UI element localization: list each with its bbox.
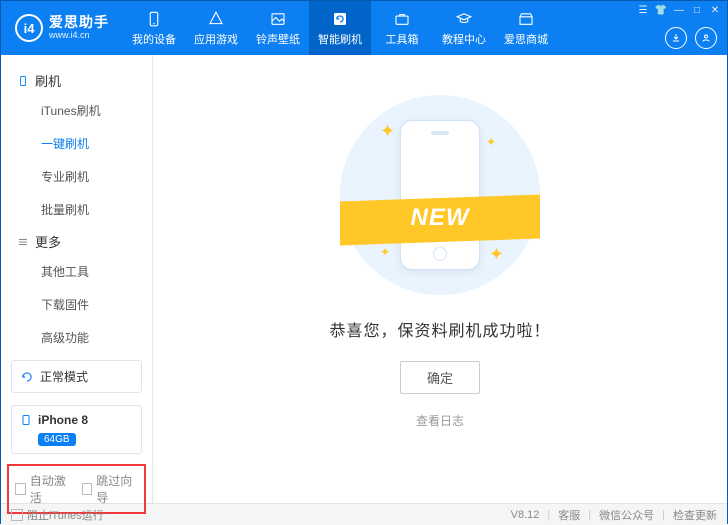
nav-store[interactable]: 爱思商城 — [495, 1, 557, 55]
sidebar-header-more[interactable]: 更多 — [13, 226, 140, 255]
version-label: V8.12 — [511, 509, 540, 521]
phone-icon — [20, 413, 32, 427]
checkbox-label: 阻止iTunes运行 — [27, 507, 104, 523]
sidebar-header-label: 刷机 — [35, 71, 61, 90]
app-body: 刷机 iTunes刷机 一键刷机 专业刷机 批量刷机 更多 其他工具 下载固件 … — [1, 55, 727, 503]
phone-icon — [17, 75, 29, 87]
app-header: i4 爱思助手 www.i4.cn 我的设备 应用游戏 铃声壁纸 智能刷机 工具… — [1, 1, 727, 55]
menu-icon[interactable]: ☰ — [637, 4, 649, 16]
store-icon — [517, 10, 535, 28]
nav-label: 我的设备 — [132, 31, 176, 47]
separator: | — [547, 509, 550, 521]
checkbox-icon — [11, 509, 23, 521]
ribbon-text: NEW — [340, 204, 540, 232]
view-log-link[interactable]: 查看日志 — [416, 412, 464, 429]
separator: | — [662, 509, 665, 521]
image-icon — [269, 10, 287, 28]
refresh-icon — [20, 370, 34, 384]
nav-label: 智能刷机 — [318, 31, 362, 47]
nav-label: 工具箱 — [386, 31, 419, 47]
minimize-icon[interactable]: — — [673, 4, 685, 16]
ok-button[interactable]: 确定 — [400, 361, 480, 394]
device-name: iPhone 8 — [38, 413, 88, 427]
close-icon[interactable]: ✕ — [709, 4, 721, 16]
maximize-icon[interactable]: □ — [691, 4, 703, 16]
download-button[interactable] — [665, 27, 687, 49]
sidebar-header-flash[interactable]: 刷机 — [13, 65, 140, 94]
separator: | — [588, 509, 591, 521]
success-illustration: ✦ ✦ ✦ ✦ NEW — [340, 95, 540, 295]
sparkle-icon: ✦ — [380, 121, 395, 142]
nav-my-device[interactable]: 我的设备 — [123, 1, 185, 55]
sidebar-group-flash: 刷机 iTunes刷机 一键刷机 专业刷机 批量刷机 — [1, 65, 152, 226]
support-link[interactable]: 客服 — [558, 507, 580, 523]
nav-tutorials[interactable]: 教程中心 — [433, 1, 495, 55]
sidebar-item-download-firmware[interactable]: 下载固件 — [13, 288, 140, 321]
nav-label: 铃声壁纸 — [256, 31, 300, 47]
result-message: 恭喜您，保资料刷机成功啦！ — [329, 317, 550, 341]
window-controls: ☰ 👕 — □ ✕ — [637, 4, 721, 16]
skip-guide-checkbox[interactable]: 跳过向导 — [82, 472, 139, 506]
logo-text: 爱思助手 www.i4.cn — [49, 15, 109, 40]
checkbox-label: 自动激活 — [30, 472, 72, 506]
sparkle-icon: ✦ — [486, 135, 496, 149]
sidebar-item-other-tools[interactable]: 其他工具 — [13, 255, 140, 288]
mode-label: 正常模式 — [40, 368, 88, 385]
sidebar-item-advanced[interactable]: 高级功能 — [13, 321, 140, 354]
checkbox-label: 跳过向导 — [96, 472, 138, 506]
nav-label: 应用游戏 — [194, 31, 238, 47]
block-itunes-checkbox[interactable]: 阻止iTunes运行 — [11, 507, 104, 523]
user-button[interactable] — [695, 27, 717, 49]
menu-icon — [17, 236, 29, 248]
mode-box[interactable]: 正常模式 — [11, 360, 142, 393]
device-box[interactable]: iPhone 8 64GB — [11, 405, 142, 454]
sidebar-item-oneclick-flash[interactable]: 一键刷机 — [13, 127, 140, 160]
storage-badge: 64GB — [38, 433, 76, 446]
brand-name: 爱思助手 — [49, 15, 109, 30]
header-actions — [665, 27, 717, 49]
auto-activate-checkbox[interactable]: 自动激活 — [15, 472, 72, 506]
toolbox-icon — [393, 10, 411, 28]
new-ribbon: NEW — [340, 190, 540, 250]
logo-icon: i4 — [15, 14, 43, 42]
nav-label: 爱思商城 — [504, 31, 548, 47]
nav-flash[interactable]: 智能刷机 — [309, 1, 371, 55]
sidebar-group-more: 更多 其他工具 下载固件 高级功能 — [1, 226, 152, 354]
nav-apps[interactable]: 应用游戏 — [185, 1, 247, 55]
sidebar-item-batch-flash[interactable]: 批量刷机 — [13, 193, 140, 226]
wechat-link[interactable]: 微信公众号 — [599, 507, 654, 523]
check-update-link[interactable]: 检查更新 — [673, 507, 717, 523]
main-content: ✦ ✦ ✦ ✦ NEW 恭喜您，保资料刷机成功啦！ 确定 查看日志 — [153, 55, 727, 503]
sidebar-item-pro-flash[interactable]: 专业刷机 — [13, 160, 140, 193]
checkbox-icon — [82, 483, 93, 495]
apps-icon — [207, 10, 225, 28]
sidebar: 刷机 iTunes刷机 一键刷机 专业刷机 批量刷机 更多 其他工具 下载固件 … — [1, 55, 153, 503]
main-nav: 我的设备 应用游戏 铃声壁纸 智能刷机 工具箱 教程中心 爱思商城 — [123, 1, 557, 55]
brand-url: www.i4.cn — [49, 31, 109, 41]
checkbox-icon — [15, 483, 26, 495]
skin-icon[interactable]: 👕 — [655, 4, 667, 16]
nav-toolbox[interactable]: 工具箱 — [371, 1, 433, 55]
graduation-icon — [455, 10, 473, 28]
nav-label: 教程中心 — [442, 31, 486, 47]
sidebar-header-label: 更多 — [35, 232, 61, 251]
nav-ringtones[interactable]: 铃声壁纸 — [247, 1, 309, 55]
logo-area: i4 爱思助手 www.i4.cn — [1, 14, 119, 42]
refresh-icon — [331, 10, 349, 28]
phone-icon — [145, 10, 163, 28]
sidebar-item-itunes-flash[interactable]: iTunes刷机 — [13, 94, 140, 127]
